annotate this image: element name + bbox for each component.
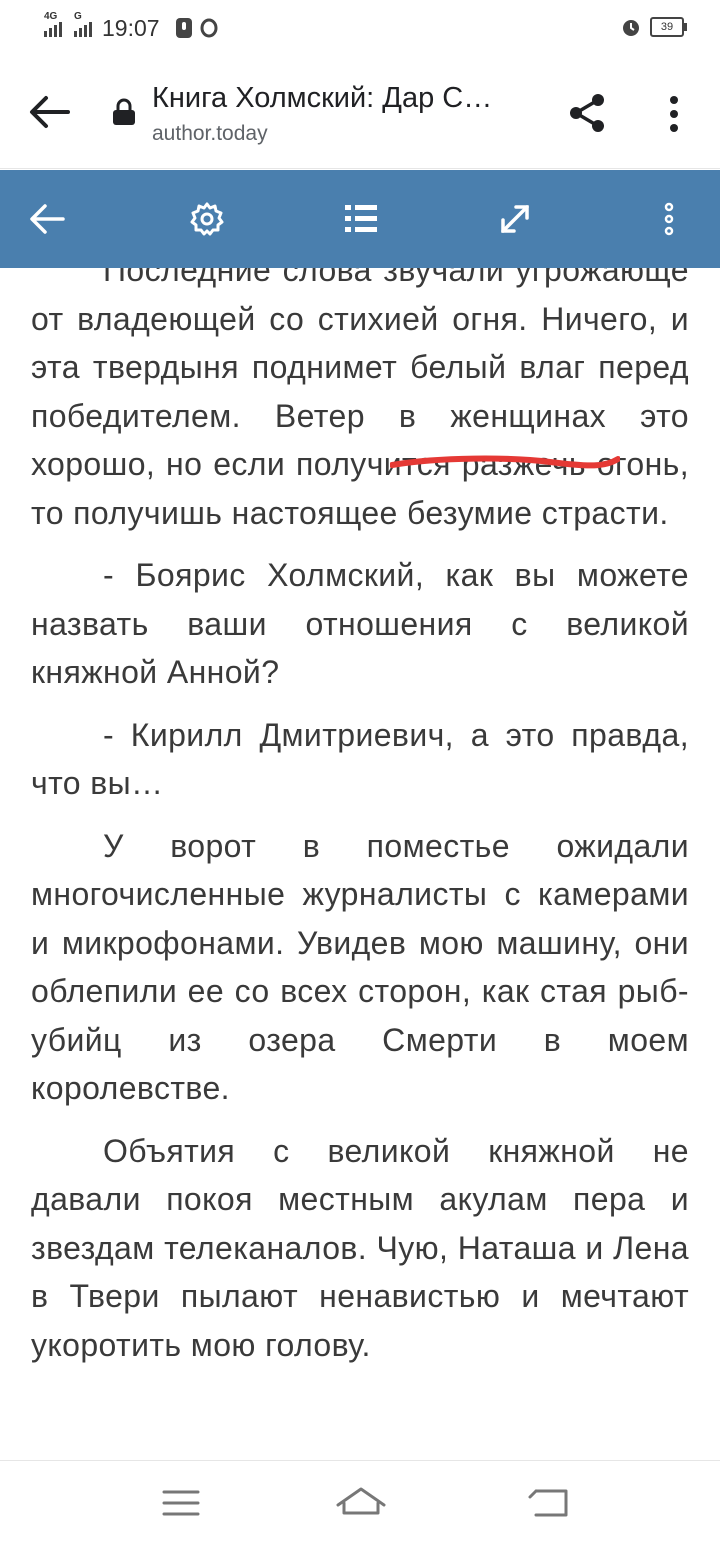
contents-list-icon	[345, 205, 377, 232]
back-icon[interactable]	[526, 1483, 576, 1523]
back-arrow-icon[interactable]	[28, 94, 70, 130]
clock: 19:07	[102, 14, 160, 41]
red-strikethrough-mark	[390, 455, 620, 469]
paragraph: - Кирилл Дмитриевич, а это правда, что в…	[31, 716, 689, 802]
page-domain[interactable]: author.today	[152, 122, 268, 146]
book-text: Последние слова звучали угрожающе от вла…	[31, 268, 689, 1383]
paragraph: У ворот в поместье ожидали многочисленны…	[31, 827, 689, 1107]
menu-icon[interactable]	[156, 1483, 206, 1523]
alarm-icon	[623, 20, 639, 36]
browser-url-bar: Книга Холмский: Дар С… author.today	[0, 56, 720, 169]
home-icon[interactable]	[334, 1483, 388, 1523]
battery-icon: 39	[650, 17, 687, 37]
gear-icon	[190, 202, 224, 236]
expand-icon	[501, 205, 529, 233]
more-options-icon[interactable]	[662, 94, 686, 134]
voice-icon	[175, 18, 192, 38]
paragraph: Последние слова звучали угрожающе от вла…	[31, 268, 689, 531]
status-right: 39	[620, 16, 687, 38]
reader-settings-button[interactable]	[184, 196, 230, 242]
opera-icon	[200, 18, 218, 38]
reader-back-button[interactable]	[24, 196, 70, 242]
system-nav-bar	[0, 1460, 720, 1545]
reader-more-button[interactable]	[646, 196, 692, 242]
signal-icon-2: G	[74, 11, 92, 37]
reader-contents-button[interactable]	[338, 196, 384, 242]
paragraph: - Бояриᴄ Холмский, как вы можете назвать…	[31, 557, 689, 690]
network-label-1: 4G	[44, 11, 58, 22]
page-title[interactable]: Книга Холмский: Дар С…	[152, 82, 492, 115]
arrow-left-icon	[30, 204, 65, 234]
network-label-2: G	[74, 11, 82, 22]
battery-level: 39	[660, 21, 674, 33]
share-icon[interactable]	[566, 92, 608, 134]
status-bar: 4G G 19:07 39	[0, 0, 720, 56]
signal-icon: 4G	[44, 11, 62, 37]
lock-icon[interactable]	[112, 98, 136, 126]
status-left: 4G G 19:07	[44, 11, 218, 42]
more-vertical-icon	[664, 202, 674, 236]
reader-toolbar	[0, 170, 720, 268]
paragraph: Объятия с великой княжной не давали поко…	[31, 1132, 689, 1363]
reader-content[interactable]: Последние слова звучали угрожающе от вла…	[0, 268, 720, 1460]
reader-fullscreen-button[interactable]	[492, 196, 538, 242]
